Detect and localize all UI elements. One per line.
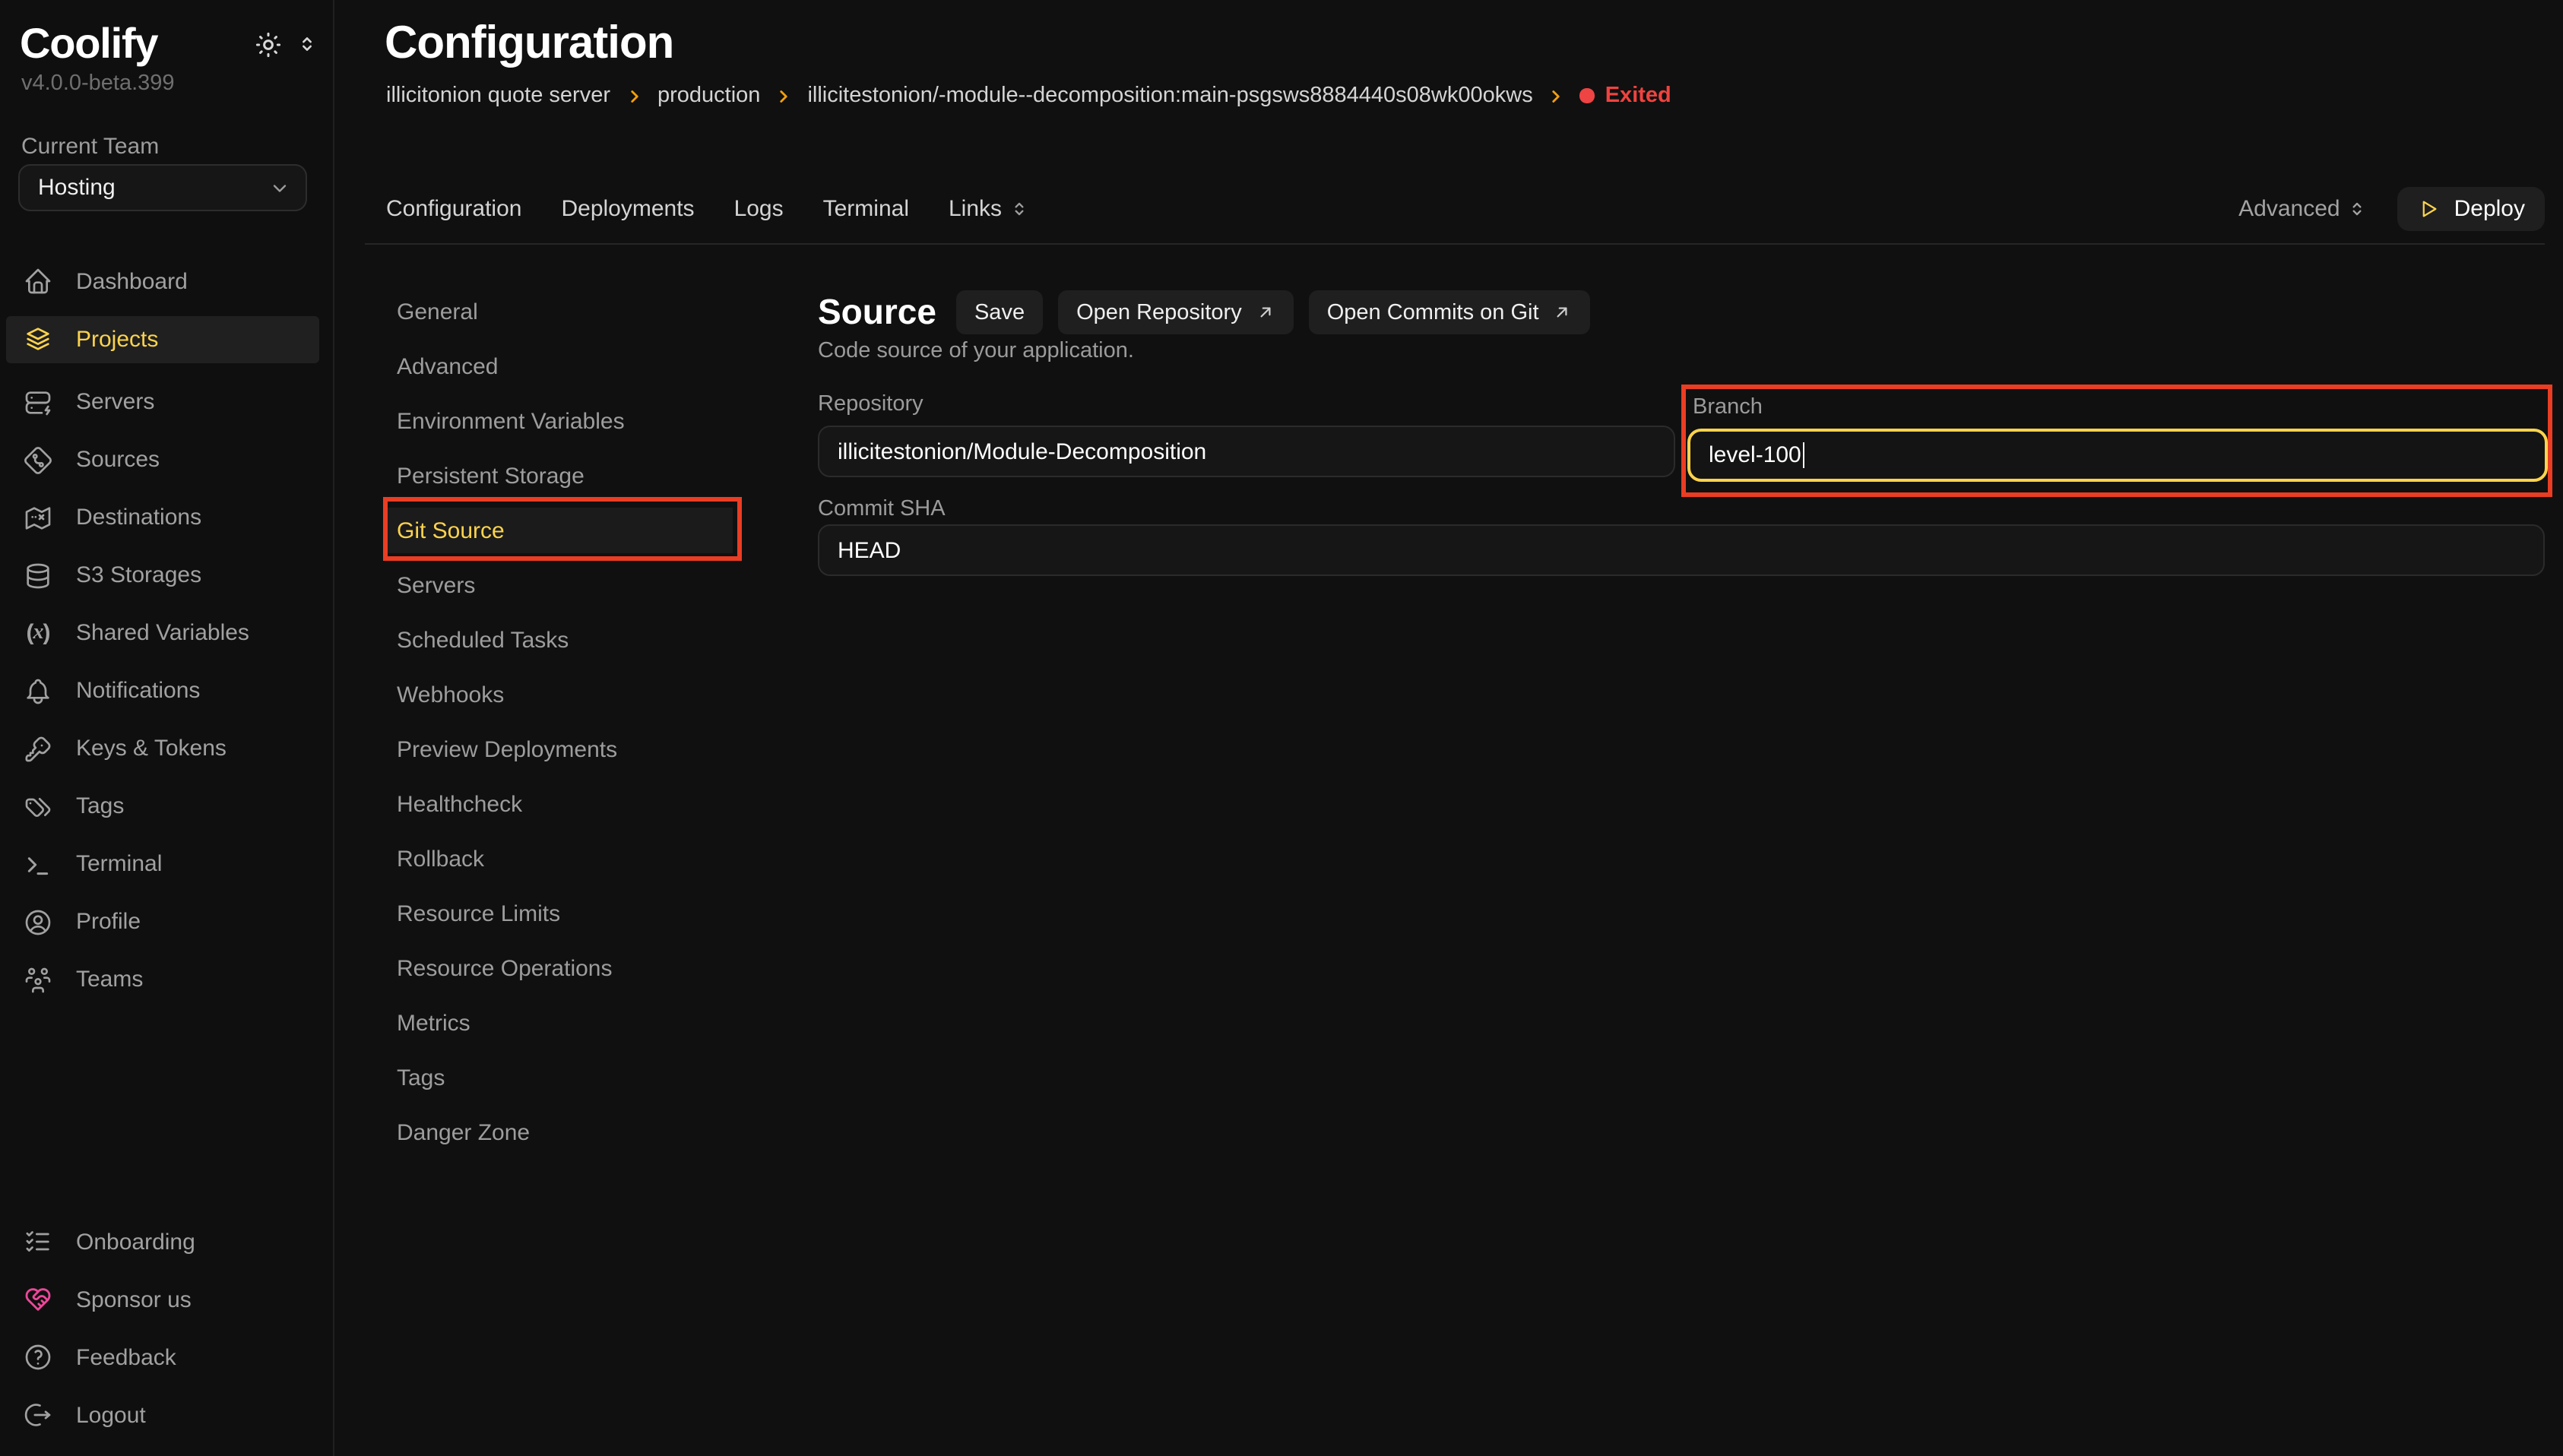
sidebar: Coolify v4.0.0-beta.399 Current Team Hos… bbox=[0, 0, 334, 1456]
repository-label: Repository bbox=[818, 392, 924, 416]
home-icon bbox=[23, 266, 53, 296]
page-title: Configuration bbox=[385, 18, 673, 70]
breadcrumb-environment[interactable]: production bbox=[657, 84, 760, 108]
subnav-item-tags[interactable]: Tags bbox=[336, 1050, 792, 1105]
repository-input[interactable] bbox=[818, 426, 1675, 477]
users-icon bbox=[23, 964, 53, 995]
subnav-item-advanced[interactable]: Advanced bbox=[336, 339, 792, 394]
source-section: Source Save Open Repository Open Commits… bbox=[818, 0, 2545, 1456]
database-icon bbox=[23, 560, 53, 590]
tab-logs[interactable]: Logs bbox=[734, 195, 784, 221]
subnav-item-healthcheck[interactable]: Healthcheck bbox=[336, 777, 792, 831]
git-source-icon bbox=[23, 445, 53, 475]
tab-configuration[interactable]: Configuration bbox=[386, 195, 521, 221]
source-heading: Source bbox=[818, 292, 936, 333]
branch-annotation-box: Branch level-100 bbox=[1681, 385, 2552, 497]
terminal-icon bbox=[23, 849, 53, 879]
team-select[interactable]: Hosting bbox=[18, 164, 307, 211]
sidebar-item-terminal[interactable]: Terminal bbox=[0, 835, 333, 893]
sidebar-item-teams[interactable]: Teams bbox=[0, 951, 333, 1008]
sidebar-item-logout[interactable]: Logout bbox=[0, 1386, 333, 1444]
layers-icon bbox=[23, 324, 53, 354]
help-icon bbox=[23, 1342, 53, 1372]
open-commits-button[interactable]: Open Commits on Git bbox=[1309, 290, 1591, 334]
subnav-item-metrics[interactable]: Metrics bbox=[336, 995, 792, 1050]
sidebar-item-feedback[interactable]: Feedback bbox=[0, 1328, 333, 1386]
current-team-label: Current Team bbox=[21, 134, 159, 160]
sidebar-nav: Dashboard Projects Servers Sources Desti… bbox=[0, 252, 333, 1008]
variable-icon: (x) bbox=[23, 618, 53, 648]
subnav-item-git-source[interactable]: Git Source bbox=[336, 503, 792, 558]
subnav-item-rollback[interactable]: Rollback bbox=[336, 831, 792, 886]
sidebar-footer-nav: Onboarding Sponsor us Feedback Logout bbox=[0, 1213, 333, 1444]
subnav-item-persistent-storage[interactable]: Persistent Storage bbox=[336, 448, 792, 503]
chevron-right-icon bbox=[774, 86, 794, 106]
logout-icon bbox=[23, 1400, 53, 1430]
subnav-item-danger-zone[interactable]: Danger Zone bbox=[336, 1105, 792, 1160]
sidebar-item-profile[interactable]: Profile bbox=[0, 893, 333, 951]
heart-handshake-icon bbox=[23, 1284, 53, 1315]
sidebar-item-notifications[interactable]: Notifications bbox=[0, 662, 333, 720]
sidebar-item-sources[interactable]: Sources bbox=[0, 431, 333, 489]
open-repository-button[interactable]: Open Repository bbox=[1058, 290, 1294, 334]
subnav-item-webhooks[interactable]: Webhooks bbox=[336, 667, 792, 722]
tab-deployments[interactable]: Deployments bbox=[561, 195, 694, 221]
subnav-item-scheduled-tasks[interactable]: Scheduled Tasks bbox=[336, 612, 792, 667]
save-button[interactable]: Save bbox=[956, 290, 1043, 334]
bell-icon bbox=[23, 676, 53, 706]
server-icon bbox=[23, 387, 53, 417]
sidebar-item-projects[interactable]: Projects bbox=[0, 315, 333, 373]
app-version: v4.0.0-beta.399 bbox=[21, 71, 175, 96]
sidebar-item-onboarding[interactable]: Onboarding bbox=[0, 1213, 333, 1271]
subnav-item-general[interactable]: General bbox=[336, 284, 792, 339]
sidebar-item-servers[interactable]: Servers bbox=[0, 373, 333, 431]
config-subnav: General Advanced Environment Variables P… bbox=[336, 284, 792, 1160]
theme-sun-icon[interactable] bbox=[254, 30, 283, 59]
external-link-icon bbox=[1553, 302, 1573, 322]
branch-label: Branch bbox=[1693, 394, 2548, 419]
text-cursor bbox=[1803, 442, 1805, 467]
sidebar-item-shared-variables[interactable]: (x) Shared Variables bbox=[0, 604, 333, 662]
commit-sha-input[interactable] bbox=[818, 524, 2545, 576]
theme-selector-icon[interactable] bbox=[296, 33, 318, 55]
sidebar-item-tags[interactable]: Tags bbox=[0, 777, 333, 835]
sidebar-item-keys-tokens[interactable]: Keys & Tokens bbox=[0, 720, 333, 777]
subnav-item-preview-deployments[interactable]: Preview Deployments bbox=[336, 722, 792, 777]
commit-sha-label: Commit SHA bbox=[818, 497, 946, 521]
user-icon bbox=[23, 907, 53, 937]
coolify-app: Coolify v4.0.0-beta.399 Current Team Hos… bbox=[0, 0, 2563, 1456]
subnav-item-environment-variables[interactable]: Environment Variables bbox=[336, 394, 792, 448]
breadcrumb-project[interactable]: illicitonion quote server bbox=[386, 84, 610, 108]
sidebar-item-dashboard[interactable]: Dashboard bbox=[0, 252, 333, 310]
tags-icon bbox=[23, 791, 53, 821]
map-icon bbox=[23, 502, 53, 533]
chevron-down-icon bbox=[269, 177, 290, 198]
chevron-right-icon bbox=[624, 86, 644, 106]
brand-logo: Coolify bbox=[20, 20, 157, 68]
main-area: Configuration illicitonion quote server … bbox=[336, 0, 2563, 1456]
branch-input[interactable]: level-100 bbox=[1687, 428, 2548, 481]
subnav-item-resource-limits[interactable]: Resource Limits bbox=[336, 886, 792, 941]
sidebar-item-sponsor[interactable]: Sponsor us bbox=[0, 1271, 333, 1328]
checklist-icon bbox=[23, 1227, 53, 1257]
external-link-icon bbox=[1256, 302, 1275, 322]
source-description: Code source of your application. bbox=[818, 339, 1134, 363]
sidebar-item-s3-storages[interactable]: S3 Storages bbox=[0, 546, 333, 604]
key-icon bbox=[23, 733, 53, 764]
subnav-item-resource-operations[interactable]: Resource Operations bbox=[336, 941, 792, 995]
sidebar-item-destinations[interactable]: Destinations bbox=[0, 489, 333, 546]
subnav-item-servers[interactable]: Servers bbox=[336, 558, 792, 612]
